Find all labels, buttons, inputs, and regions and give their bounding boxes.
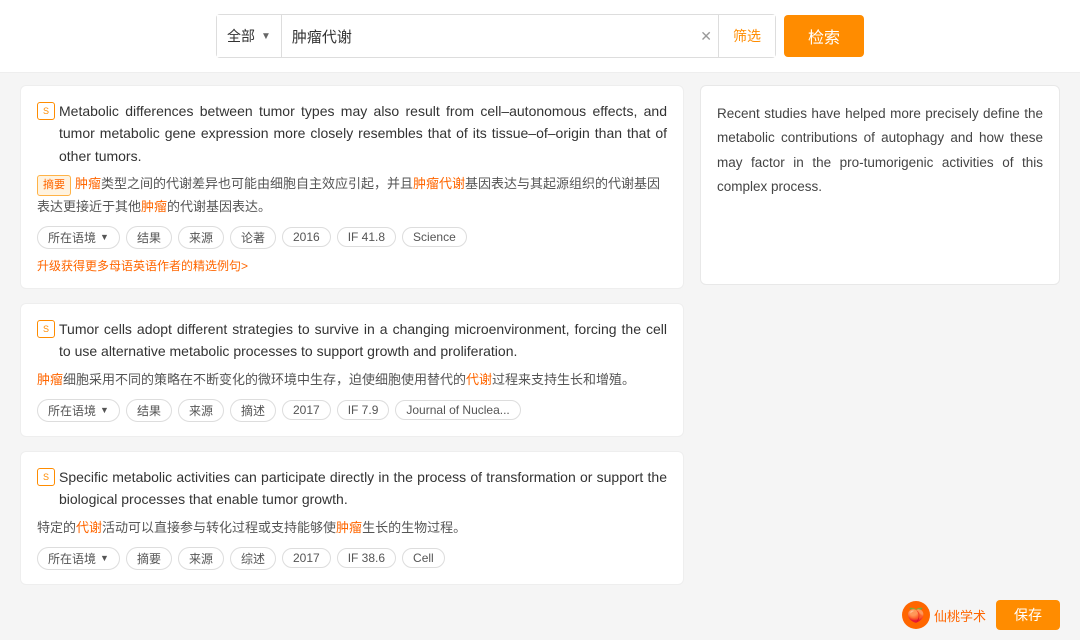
highlight-orange-cn: 肿瘤 bbox=[141, 199, 167, 214]
right-panel: Recent studies have helped more precisel… bbox=[700, 85, 1060, 285]
tag[interactable]: 论著 bbox=[230, 226, 276, 249]
highlight-orange: Tumor bbox=[59, 321, 99, 337]
chevron-down-icon: ▼ bbox=[100, 405, 109, 415]
tag-row-2: 所在语境▼ 摘要来源综述 2017 IF 38.6 Cell bbox=[37, 547, 667, 570]
english-text-part: growth. bbox=[298, 491, 348, 507]
main-content: SMetabolic differences between tumor typ… bbox=[0, 73, 1080, 640]
tag[interactable]: 来源 bbox=[178, 547, 224, 570]
logo-icon: 🍑 bbox=[902, 601, 930, 629]
tag[interactable]: IF 7.9 bbox=[337, 400, 390, 420]
tag[interactable]: 2017 bbox=[282, 400, 331, 420]
tag[interactable]: 所在语境▼ bbox=[37, 226, 120, 249]
left-panel: SMetabolic differences between tumor typ… bbox=[20, 85, 684, 628]
chevron-down-icon: ▼ bbox=[100, 553, 109, 563]
result-item: STumor cells adopt different strategies … bbox=[20, 303, 684, 437]
tag[interactable]: Journal of Nuclea... bbox=[395, 400, 520, 420]
tag[interactable]: 综述 bbox=[230, 547, 276, 570]
result-english-1: STumor cells adopt different strategies … bbox=[37, 318, 667, 363]
result-chinese-1: 肿瘤细胞采用不同的策略在不断变化的微环境中生存，迫使细胞使用替代的代谢过程来支持… bbox=[37, 369, 667, 391]
result-english-text-0: Metabolic differences between tumor type… bbox=[59, 100, 667, 167]
search-type-label: 全部 bbox=[227, 26, 255, 46]
chevron-down-icon: ▼ bbox=[261, 31, 271, 42]
english-text-part: activities can participate directly in t… bbox=[172, 469, 417, 485]
chinese-text-part: 生长的生物过程。 bbox=[362, 520, 466, 535]
highlight-orange-cn: 代谢 bbox=[76, 520, 102, 535]
chevron-down-icon: ▼ bbox=[100, 232, 109, 242]
tag[interactable]: 所在语境▼ bbox=[37, 399, 120, 422]
result-english-text-1: Tumor cells adopt different strategies t… bbox=[59, 318, 667, 363]
chinese-text-part: 的代谢基因表达。 bbox=[167, 199, 271, 214]
search-type-select[interactable]: 全部 ▼ bbox=[217, 15, 282, 57]
result-english-2: SSpecific metabolic activities can parti… bbox=[37, 466, 667, 511]
highlight-orange: process bbox=[417, 469, 466, 485]
english-text-part: Specific bbox=[59, 469, 112, 485]
tag[interactable]: 2017 bbox=[282, 548, 331, 568]
result-item: SSpecific metabolic activities can parti… bbox=[20, 451, 684, 585]
highlight-orange: metabolic bbox=[100, 125, 160, 141]
result-item: SMetabolic differences between tumor typ… bbox=[20, 85, 684, 289]
highlight-orange: tumor bbox=[59, 125, 95, 141]
tag[interactable]: 2016 bbox=[282, 227, 331, 247]
tag[interactable]: Cell bbox=[402, 548, 445, 568]
highlight-orange: tumor bbox=[259, 103, 295, 119]
search-bar-container: 全部 ▼ ✕ 筛选 检索 bbox=[0, 0, 1080, 73]
result-english-0: SMetabolic differences between tumor typ… bbox=[37, 100, 667, 167]
result-icon-1: S bbox=[37, 320, 55, 338]
clear-button[interactable]: ✕ bbox=[694, 28, 718, 45]
highlight-orange: tumor bbox=[262, 491, 298, 507]
search-bar: 全部 ▼ ✕ 筛选 bbox=[216, 14, 776, 58]
search-input-wrapper bbox=[282, 15, 694, 57]
highlight-orange: metabolic processes bbox=[170, 343, 298, 359]
upgrade-tip[interactable]: 升级获得更多母语英语作者的精选例句> bbox=[37, 257, 667, 274]
highlight-orange: metabolic bbox=[112, 469, 172, 485]
highlight-orange-cn: 肿瘤 bbox=[75, 176, 101, 191]
chinese-text-part: 特定的 bbox=[37, 520, 76, 535]
english-text-part: to support growth and proliferation. bbox=[297, 343, 517, 359]
branding-logo: 🍑 仙桃学术 bbox=[902, 601, 986, 629]
tag[interactable]: 来源 bbox=[178, 226, 224, 249]
highlight-orange-cn: 代谢 bbox=[466, 372, 492, 387]
tag-row-0: 所在语境▼ 结果来源论著 2016 IF 41.8 Science bbox=[37, 226, 667, 249]
right-panel-text: Recent studies have helped more precisel… bbox=[717, 106, 1043, 194]
chinese-text-part: 活动可以直接参与转化过程或支持能够使 bbox=[102, 520, 336, 535]
tag[interactable]: IF 38.6 bbox=[337, 548, 396, 568]
english-text-part: differences between bbox=[119, 103, 259, 119]
chinese-prefix: 摘要 bbox=[37, 175, 71, 196]
highlight-orange: tumors. bbox=[95, 148, 142, 164]
tag[interactable]: 所在语境▼ bbox=[37, 547, 120, 570]
chinese-text-part: 类型之间的代谢差异也可能由细胞自主效应引起，并且 bbox=[101, 176, 413, 191]
highlight-orange: processes bbox=[121, 491, 185, 507]
tag[interactable]: 来源 bbox=[178, 399, 224, 422]
tag[interactable]: Science bbox=[402, 227, 467, 247]
tag[interactable]: IF 41.8 bbox=[337, 227, 396, 247]
filter-button[interactable]: 筛选 bbox=[718, 15, 775, 57]
result-chinese-2: 特定的代谢活动可以直接参与转化过程或支持能够使肿瘤生长的生物过程。 bbox=[37, 517, 667, 539]
bottom-right-area: 🍑 仙桃学术 保存 bbox=[902, 600, 1060, 630]
result-icon-2: S bbox=[37, 468, 55, 486]
tag-row-1: 所在语境▼ 结果来源摘述 2017 IF 7.9Journal of Nuclea..… bbox=[37, 399, 667, 422]
result-chinese-0: 摘要肿瘤类型之间的代谢差异也可能由细胞自主效应引起，并且肿瘤代谢基因表达与其起源… bbox=[37, 173, 667, 218]
search-button[interactable]: 检索 bbox=[784, 15, 864, 57]
highlight-orange-cn: 肿瘤代谢 bbox=[413, 176, 465, 191]
result-english-text-2: Specific metabolic activities can partic… bbox=[59, 466, 667, 511]
save-button[interactable]: 保存 bbox=[996, 600, 1060, 630]
highlight-orange-cn: 肿瘤 bbox=[37, 372, 63, 387]
search-input[interactable] bbox=[292, 28, 684, 45]
logo-text: 仙桃学术 bbox=[934, 606, 986, 625]
tag[interactable]: 摘述 bbox=[230, 399, 276, 422]
chinese-text-part: 细胞采用不同的策略在不断变化的微环境中生存，迫使细胞使用替代的 bbox=[63, 372, 466, 387]
tag[interactable]: 摘要 bbox=[126, 547, 172, 570]
highlight-orange-cn: 肿瘤 bbox=[336, 520, 362, 535]
english-text-part: that enable bbox=[185, 491, 262, 507]
highlight-orange: Metabolic bbox=[59, 103, 119, 119]
chinese-text-part: 过程来支持生长和增殖。 bbox=[492, 372, 635, 387]
tag[interactable]: 结果 bbox=[126, 399, 172, 422]
tag[interactable]: 结果 bbox=[126, 226, 172, 249]
result-icon-0: S bbox=[37, 102, 55, 120]
english-text-part: types may also result from cell–autonomo… bbox=[295, 103, 667, 119]
